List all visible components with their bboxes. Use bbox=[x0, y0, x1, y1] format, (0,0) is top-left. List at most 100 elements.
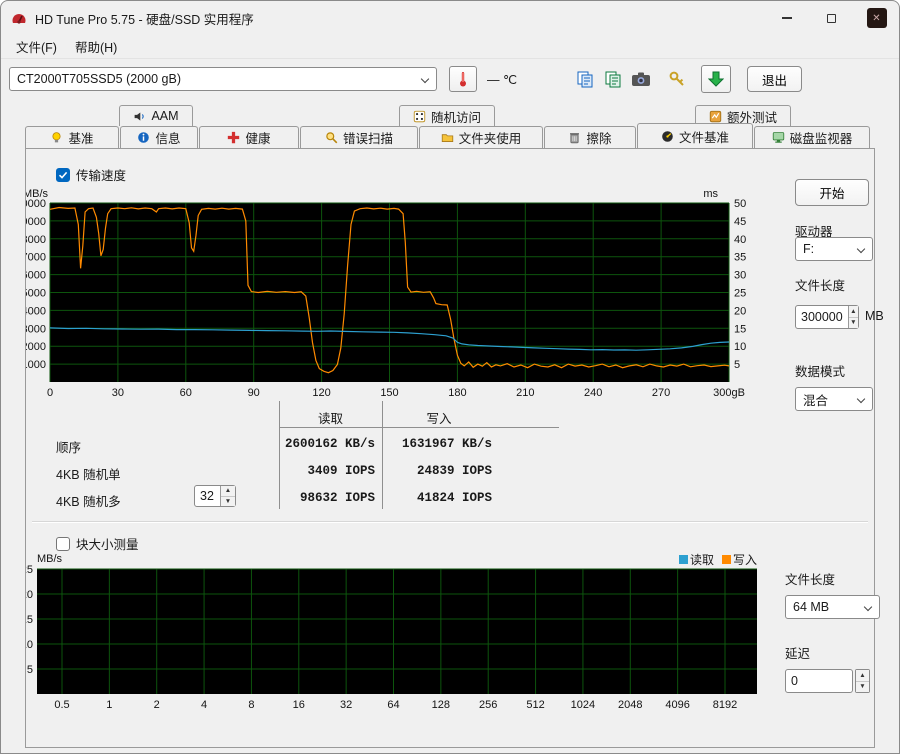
svg-text:35: 35 bbox=[734, 252, 746, 264]
block-size-checkbox[interactable]: 块大小测量 bbox=[56, 534, 139, 553]
svg-text:3000: 3000 bbox=[26, 323, 46, 335]
svg-text:8: 8 bbox=[248, 699, 254, 711]
screenshot-button[interactable] bbox=[627, 66, 655, 92]
window-title: HD Tune Pro 5.75 - 硬盘/SSD 实用程序 bbox=[35, 9, 254, 28]
file-length-label: 文件长度 bbox=[795, 275, 845, 294]
svg-text:300gB: 300gB bbox=[713, 387, 745, 399]
app-window: HD Tune Pro 5.75 - 硬盘/SSD 实用程序 ✕ 文件(F) 帮… bbox=[0, 0, 900, 754]
svg-text:50: 50 bbox=[734, 198, 746, 210]
maximize-icon bbox=[827, 14, 836, 23]
folder-icon bbox=[441, 131, 454, 144]
tab-random-access[interactable]: 随机访问 bbox=[399, 105, 495, 126]
section-separator bbox=[32, 521, 868, 523]
spin-down-button[interactable]: ▼ bbox=[849, 317, 858, 329]
drive-select[interactable]: F: bbox=[795, 237, 873, 261]
block-size-chart: 2520151050.51248163264128256512102420484… bbox=[26, 554, 771, 719]
thermometer-button[interactable] bbox=[449, 66, 477, 92]
svg-text:0: 0 bbox=[47, 387, 53, 399]
exit-button[interactable]: 退出 bbox=[747, 66, 802, 92]
write-4k-single-value: 24839 IOPS bbox=[382, 464, 492, 478]
menubar: 文件(F) 帮助(H) bbox=[1, 35, 899, 59]
delay-label: 延迟 bbox=[785, 643, 810, 662]
block-file-length-label: 文件长度 bbox=[785, 569, 835, 588]
keys-icon bbox=[668, 70, 686, 88]
data-mode-label: 数据模式 bbox=[795, 361, 845, 380]
tab-erase[interactable]: 擦除 bbox=[544, 126, 636, 148]
svg-text:150: 150 bbox=[380, 387, 398, 399]
svg-text:45: 45 bbox=[734, 216, 746, 228]
copy-image-button[interactable] bbox=[571, 66, 599, 92]
svg-text:1: 1 bbox=[106, 699, 112, 711]
svg-text:ms: ms bbox=[703, 188, 718, 200]
write-4k-multi-value: 41824 IOPS bbox=[382, 491, 492, 505]
svg-text:270: 270 bbox=[652, 387, 670, 399]
close-button[interactable]: ✕ bbox=[854, 1, 899, 35]
tab-health[interactable]: 健康 bbox=[199, 126, 299, 148]
device-select[interactable]: CT2000T705SSD5 (2000 gB) bbox=[9, 67, 437, 91]
tab-folder-usage[interactable]: 文件夹使用 bbox=[419, 126, 543, 148]
svg-text:90: 90 bbox=[248, 387, 260, 399]
spin-down-button[interactable]: ▼ bbox=[856, 681, 869, 693]
minimize-icon bbox=[782, 17, 792, 18]
tab-benchmark[interactable]: 基准 bbox=[25, 126, 119, 148]
tab-info[interactable]: 信息 bbox=[120, 126, 198, 148]
table-header-rule bbox=[279, 427, 559, 428]
start-button[interactable]: 开始 bbox=[795, 179, 869, 206]
svg-text:0.5: 0.5 bbox=[54, 699, 69, 711]
copy-text-button[interactable] bbox=[599, 66, 627, 92]
thermometer-icon bbox=[456, 70, 470, 88]
col-header-read: 读取 bbox=[279, 408, 382, 427]
monitor-icon bbox=[772, 131, 785, 144]
menu-item-file[interactable]: 文件(F) bbox=[7, 34, 66, 59]
tab-error-scan[interactable]: 错误扫描 bbox=[300, 126, 418, 148]
extra-tests-icon bbox=[709, 110, 722, 123]
menu-item-help[interactable]: 帮助(H) bbox=[66, 34, 126, 59]
speaker-icon bbox=[133, 110, 146, 123]
tab-aam[interactable]: AAM bbox=[119, 105, 193, 126]
svg-text:5: 5 bbox=[734, 359, 740, 371]
tab-disk-monitor[interactable]: 磁盘监视器 bbox=[754, 126, 870, 148]
tab-strip: AAM 随机访问 额外测试 bbox=[25, 103, 875, 148]
queue-depth-spinner[interactable]: 32 ▲ ▼ bbox=[194, 485, 236, 507]
file-length-spinner[interactable]: 300000 ▲ ▼ bbox=[795, 305, 859, 329]
spin-up-button[interactable]: ▲ bbox=[849, 306, 858, 317]
read-sequential-value: 2600162 KB/s bbox=[279, 437, 375, 451]
delay-spinner[interactable]: 0 ▲ ▼ bbox=[785, 669, 870, 693]
minimize-button[interactable] bbox=[764, 1, 809, 35]
magnifier-icon bbox=[325, 131, 338, 144]
maximize-button[interactable] bbox=[809, 1, 854, 35]
svg-text:25: 25 bbox=[26, 564, 33, 576]
save-results-button[interactable] bbox=[701, 65, 731, 93]
svg-text:MB/s: MB/s bbox=[37, 554, 63, 565]
transfer-speed-checkbox[interactable]: 传输速度 bbox=[56, 165, 126, 184]
row-label-4k-single: 4KB 随机单 bbox=[56, 464, 121, 483]
svg-text:128: 128 bbox=[432, 699, 450, 711]
svg-text:4000: 4000 bbox=[26, 305, 46, 317]
chevron-down-icon bbox=[857, 395, 865, 403]
block-file-length-select[interactable]: 64 MB bbox=[785, 595, 880, 619]
svg-text:6000: 6000 bbox=[26, 270, 46, 282]
register-button[interactable] bbox=[663, 66, 691, 92]
svg-text:256: 256 bbox=[479, 699, 497, 711]
spin-down-button[interactable]: ▼ bbox=[221, 496, 235, 507]
svg-text:15: 15 bbox=[734, 323, 746, 335]
trash-icon bbox=[568, 131, 581, 144]
svg-text:180: 180 bbox=[448, 387, 466, 399]
spin-up-button[interactable]: ▲ bbox=[221, 486, 235, 496]
data-mode-select[interactable]: 混合 bbox=[795, 387, 873, 411]
read-4k-multi-value: 98632 IOPS bbox=[279, 491, 375, 505]
svg-text:5: 5 bbox=[27, 664, 33, 676]
gauge-icon bbox=[661, 130, 674, 143]
transfer-speed-chart: 0000900080007000600050004000300020001000… bbox=[26, 187, 771, 402]
svg-text:210: 210 bbox=[516, 387, 534, 399]
file-benchmark-panel: 传输速度 00009000800070006000500040003000200… bbox=[25, 148, 875, 748]
svg-text:20: 20 bbox=[734, 305, 746, 317]
lamp-icon bbox=[50, 131, 63, 144]
camera-icon bbox=[631, 71, 651, 87]
svg-text:2: 2 bbox=[154, 699, 160, 711]
legend-read: 读取 bbox=[679, 551, 714, 568]
tab-file-benchmark[interactable]: 文件基准 bbox=[637, 123, 753, 148]
spin-up-button[interactable]: ▲ bbox=[856, 670, 869, 681]
svg-text:4096: 4096 bbox=[665, 699, 689, 711]
svg-text:1000: 1000 bbox=[26, 359, 46, 371]
